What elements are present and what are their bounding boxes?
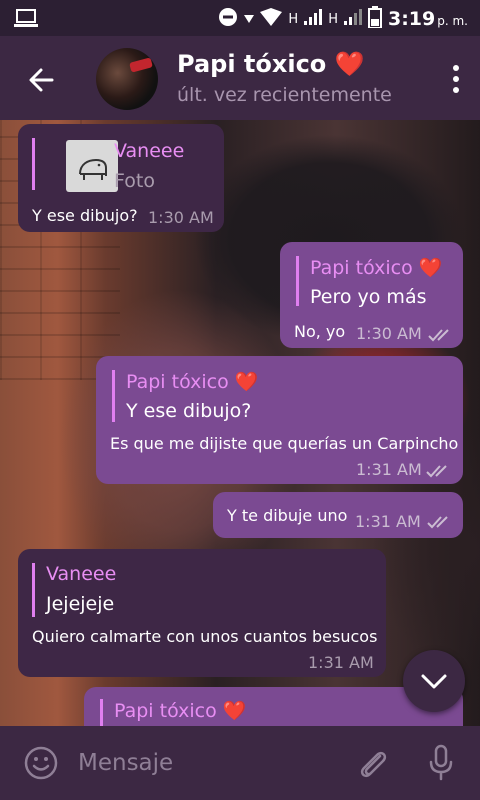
reply-quote-author: Papi tóxico ❤️ <box>114 699 246 722</box>
reply-quote-text: Pero yo más <box>310 286 427 308</box>
cell-signal-icon <box>304 9 323 29</box>
double-check-icon <box>427 514 453 529</box>
heart-emoji: ❤️ <box>222 700 247 722</box>
message-time: 1:30 AM <box>356 324 422 343</box>
reply-quote-author: Vaneee <box>46 563 117 585</box>
reply-quote[interactable] <box>32 138 35 190</box>
chat-title-text: Papi tóxico <box>177 50 327 78</box>
message-time: 1:30 AM <box>148 208 214 227</box>
signal-indicator-icon <box>244 12 255 27</box>
message-time: 1:31 AM <box>356 460 422 479</box>
chat-header: Papi tóxico ❤️ últ. vez recientemente <box>0 36 480 120</box>
laptop-icon <box>14 8 38 32</box>
clock-time: 3:19 <box>387 8 436 30</box>
message-composer: Mensaje <box>0 726 480 800</box>
more-vertical-icon[interactable] <box>452 64 460 94</box>
clock-ampm: p. m. <box>437 14 468 28</box>
double-check-icon <box>426 463 452 478</box>
reply-quote-author: Papi tóxico ❤️ <box>310 256 442 279</box>
message-text: Quiero calmarte con unos cuantos besucos <box>32 627 378 646</box>
scroll-down-button[interactable] <box>403 650 465 712</box>
message-text: Y ese dibujo? <box>32 206 138 225</box>
do-not-disturb-icon <box>218 7 238 31</box>
cell-signal-icon <box>343 9 362 29</box>
battery-icon <box>367 6 382 32</box>
reply-quote-author-text: Papi tóxico <box>114 700 217 722</box>
photo-thumbnail <box>66 140 118 192</box>
message-bubble-outgoing[interactable]: Papi tóxico ❤️ Y ese dibujo? Es que me d… <box>96 356 463 484</box>
network-type-b: H <box>328 11 338 27</box>
message-text: Y te dibuje uno <box>227 506 348 525</box>
message-text: No, yo <box>294 322 346 341</box>
reply-quote-author: Vaneee <box>114 140 185 162</box>
reply-quote-text: Y ese dibujo? <box>126 400 252 422</box>
reply-quote-author-text: Papi tóxico <box>126 371 229 393</box>
message-time: 1:31 AM <box>308 653 374 672</box>
double-check-icon <box>428 327 454 342</box>
arrow-left-icon[interactable] <box>24 62 60 98</box>
message-bubble-incoming[interactable]: Vaneee Foto Y ese dibujo? 1:30 AM <box>18 124 224 232</box>
message-text: Es que me dijiste que querías un Carpinc… <box>110 434 459 453</box>
reply-quote[interactable] <box>32 563 35 617</box>
chevron-down-icon <box>421 674 447 689</box>
avatar[interactable] <box>96 48 158 110</box>
heart-emoji: ❤️ <box>234 371 259 393</box>
capybara-drawing-icon <box>79 158 107 180</box>
wifi-icon <box>260 8 283 30</box>
reply-quote[interactable] <box>100 699 103 726</box>
reply-quote[interactable] <box>296 256 299 306</box>
message-bubble-outgoing[interactable]: Y te dibuje uno 1:31 AM <box>213 492 463 538</box>
paperclip-icon[interactable] <box>356 746 388 780</box>
message-bubble-outgoing[interactable]: Papi tóxico ❤️ Pero yo más No, yo 1:30 A… <box>280 242 463 348</box>
heart-emoji: ❤️ <box>418 257 443 279</box>
reply-quote-text: Foto <box>114 170 155 192</box>
message-bubble-incoming[interactable]: Vaneee Jejejeje Quiero calmarte con unos… <box>18 549 386 677</box>
chat-title[interactable]: Papi tóxico ❤️ <box>177 50 365 78</box>
last-seen-status: últ. vez recientemente <box>177 84 392 106</box>
chat-background: Vaneee Foto Y ese dibujo? 1:30 AM Papi t… <box>0 120 480 726</box>
status-bar: H H 3:19 p. m. <box>0 0 480 36</box>
heart-emoji: ❤️ <box>334 50 365 78</box>
reply-quote-author: Papi tóxico ❤️ <box>126 370 258 393</box>
reply-quote-author-text: Papi tóxico <box>310 257 413 279</box>
reply-quote[interactable] <box>112 370 115 422</box>
network-type-a: H <box>288 11 299 27</box>
message-input[interactable]: Mensaje <box>78 750 173 776</box>
microphone-icon[interactable] <box>428 744 454 782</box>
message-time: 1:31 AM <box>355 512 421 531</box>
smiley-icon[interactable] <box>24 746 58 780</box>
reply-quote-text: Jejejeje <box>46 593 115 615</box>
